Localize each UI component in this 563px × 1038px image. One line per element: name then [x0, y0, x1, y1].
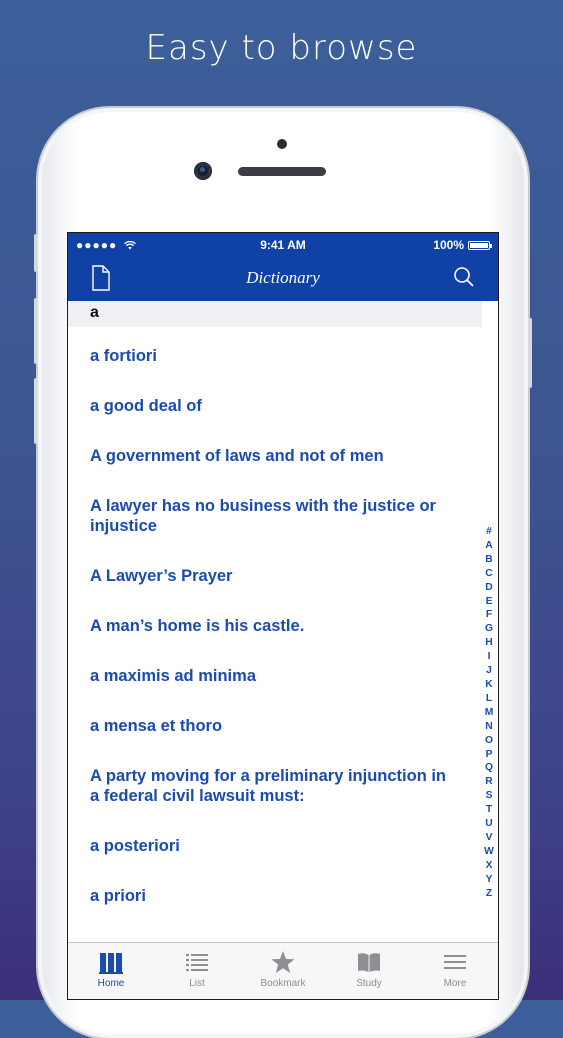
top-bar: ●●●●● 9:41 AM 100% Dictionary	[68, 233, 498, 301]
index-letter[interactable]: K	[485, 678, 492, 692]
index-letter[interactable]: R	[485, 775, 492, 789]
list-item[interactable]: A lawyer has no business with the justic…	[68, 466, 498, 536]
index-letter[interactable]: A	[485, 539, 492, 553]
list-item[interactable]: A Lawyer’s Prayer	[68, 536, 498, 586]
list-item[interactable]: A government of laws and not of men	[68, 416, 498, 466]
index-letter[interactable]: S	[486, 789, 493, 803]
index-letter[interactable]: F	[486, 608, 492, 622]
tab-list[interactable]: List	[154, 943, 240, 999]
menu-icon	[444, 955, 466, 969]
tab-bookmark[interactable]: Bookmark	[240, 943, 326, 999]
index-letter[interactable]: Z	[486, 887, 492, 901]
index-letter[interactable]: M	[485, 706, 494, 720]
battery-indicator: 100%	[433, 238, 492, 252]
list-item[interactable]: A man’s home is his castle.	[68, 586, 498, 636]
list-icon	[186, 954, 208, 971]
tab-bar: Home List Bookmark Study More	[68, 942, 498, 999]
tab-home[interactable]: Home	[68, 943, 154, 999]
battery-percent: 100%	[433, 238, 464, 252]
nav-title: Dictionary	[246, 268, 320, 287]
battery-icon	[468, 240, 492, 250]
book-icon	[358, 953, 380, 972]
index-letter[interactable]: D	[485, 581, 492, 595]
volume-down-button	[34, 378, 38, 444]
earpiece-speaker	[238, 167, 326, 176]
star-icon	[271, 951, 295, 973]
promo-headline: Easy to browse	[145, 28, 418, 68]
index-letter[interactable]: X	[486, 859, 493, 873]
volume-up-button	[34, 298, 38, 364]
list-item[interactable]: A party moving for a preliminary injunct…	[68, 736, 498, 806]
app-screen: ●●●●● 9:41 AM 100% Dictionary a a fortio…	[67, 232, 499, 1000]
power-button	[528, 318, 532, 388]
index-letter[interactable]: G	[485, 622, 493, 636]
front-camera	[194, 162, 212, 180]
list-item[interactable]: a mensa et thoro	[68, 686, 498, 736]
index-letter[interactable]: I	[488, 650, 491, 664]
search-icon[interactable]	[452, 265, 476, 289]
list-item[interactable]: a posteriori	[68, 806, 498, 856]
index-letter[interactable]: C	[485, 567, 492, 581]
index-letter[interactable]: T	[486, 803, 492, 817]
index-letter[interactable]: B	[485, 553, 492, 567]
tab-list-label: List	[189, 978, 205, 989]
index-letter[interactable]: Y	[486, 873, 493, 887]
index-letter[interactable]: H	[485, 636, 492, 650]
tab-bookmark-label: Bookmark	[260, 978, 306, 989]
index-letter[interactable]: Q	[485, 761, 493, 775]
navigation-bar: Dictionary	[68, 257, 498, 301]
index-letter[interactable]: #	[486, 525, 492, 539]
side-button	[34, 234, 38, 272]
index-letter[interactable]: L	[486, 692, 492, 706]
tab-study[interactable]: Study	[326, 943, 412, 999]
tab-home-label: Home	[97, 978, 125, 989]
list-item[interactable]: a maximis ad minima	[68, 636, 498, 686]
tab-more[interactable]: More	[412, 943, 498, 999]
alphabet-index[interactable]: # A B C D E F G H I J K L M N O P Q R S T U V W X Y Z	[482, 525, 496, 900]
list-item[interactable]: a fortiori	[68, 327, 498, 366]
index-letter[interactable]: W	[484, 845, 494, 859]
status-bar: ●●●●● 9:41 AM 100%	[68, 233, 498, 257]
tab-study-label: Study	[356, 978, 382, 989]
list-item[interactable]: a priori	[68, 856, 498, 906]
tab-more-label: More	[443, 978, 467, 989]
index-letter[interactable]: N	[485, 720, 492, 734]
entry-list: a fortiori a good deal of A government o…	[68, 327, 498, 906]
index-letter[interactable]: P	[486, 748, 493, 762]
index-letter[interactable]: U	[485, 817, 492, 831]
section-header: a	[68, 301, 482, 327]
list-item[interactable]: a good deal of	[68, 366, 498, 416]
proximity-sensor	[277, 139, 287, 149]
index-letter[interactable]: O	[485, 734, 493, 748]
index-letter[interactable]: V	[486, 831, 493, 845]
index-letter[interactable]: E	[486, 595, 493, 609]
books-icon	[99, 953, 123, 974]
phone-frame: ●●●●● 9:41 AM 100% Dictionary a a fortio…	[34, 108, 532, 1038]
index-letter[interactable]: J	[486, 664, 492, 678]
